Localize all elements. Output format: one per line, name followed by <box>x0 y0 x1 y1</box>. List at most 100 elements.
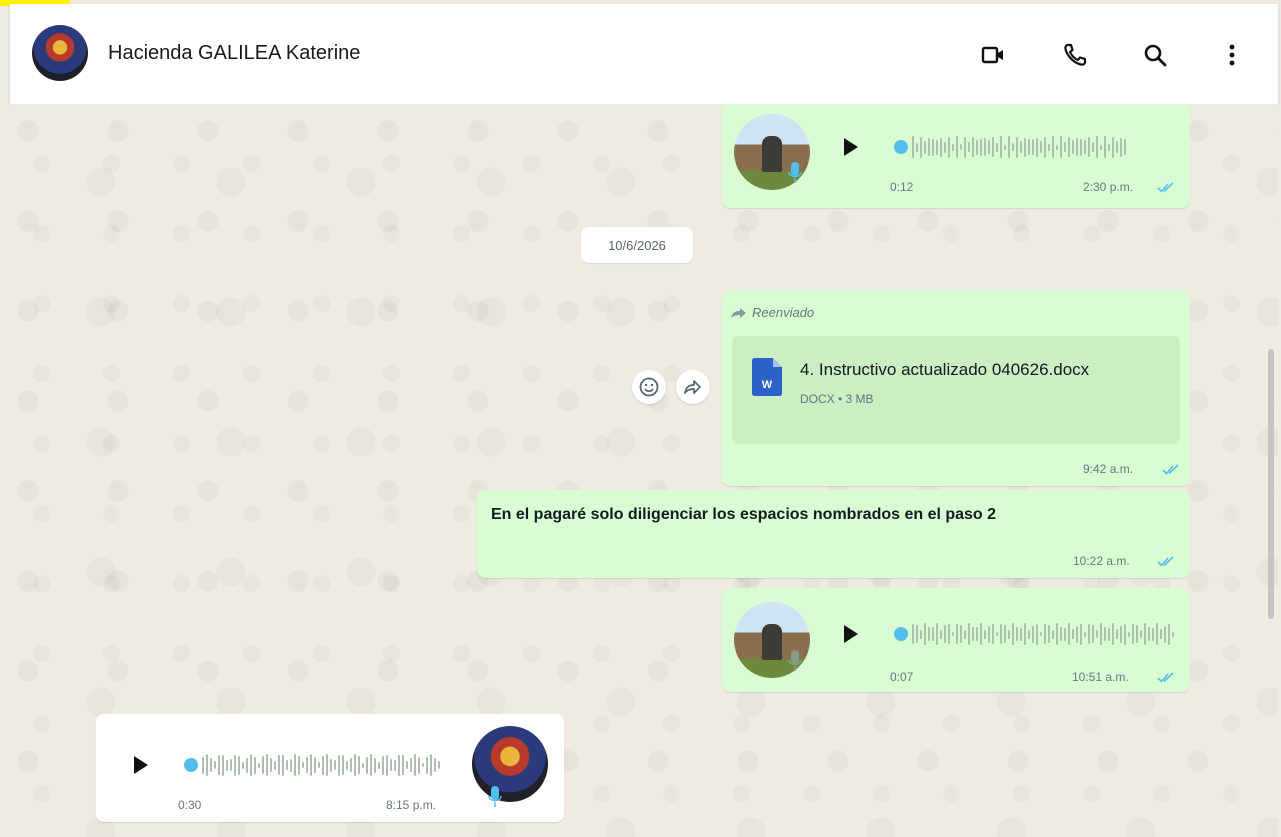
voice-duration: 0:30 <box>178 798 202 812</box>
waveform[interactable] <box>894 621 1174 647</box>
voice-message-outgoing[interactable]: 0:12 2:30 p.m. <box>722 104 1190 208</box>
waveform-bar <box>992 624 994 644</box>
waveform-bar <box>226 759 228 771</box>
contact-avatar[interactable] <box>32 25 88 81</box>
document-card[interactable]: W 4. Instructivo actualizado 040626.docx… <box>732 336 1180 444</box>
waveform-bar <box>390 759 392 771</box>
waveform-bar <box>426 756 428 774</box>
waveform-bar <box>1076 625 1078 643</box>
waveform-bar <box>1112 623 1114 645</box>
waveform-bar <box>250 754 252 776</box>
waveform-bar <box>932 138 934 156</box>
waveform-bar <box>940 137 942 157</box>
waveform[interactable] <box>894 134 1126 160</box>
waveform-bar <box>1040 632 1042 636</box>
waveform-bar <box>1092 142 1094 152</box>
waveform-bar <box>1056 144 1058 150</box>
waveform-bar <box>222 754 224 776</box>
waveform-bar <box>1092 625 1094 643</box>
waveform-bar <box>1124 623 1126 645</box>
waveform-bar <box>358 756 360 774</box>
waveform-bar <box>1000 136 1002 158</box>
waveform-bar <box>916 625 918 643</box>
waveform-bar <box>414 754 416 776</box>
microphone-icon <box>488 786 502 807</box>
waveform-bar <box>968 623 970 645</box>
voice-message-outgoing[interactable]: 0:07 10:51 a.m. <box>722 588 1190 692</box>
waveform-bar <box>1020 141 1022 153</box>
waveform-bar <box>370 754 372 776</box>
microphone-icon <box>788 162 802 183</box>
date-separator: 10/6/2026 <box>581 227 693 263</box>
chat-scrollbar[interactable] <box>1268 349 1274 619</box>
playhead-dot[interactable] <box>894 627 908 641</box>
waveform-bar <box>1004 144 1006 150</box>
waveform-bar <box>1084 140 1086 154</box>
waveform-bar <box>402 755 404 775</box>
waveform-bar <box>418 756 420 774</box>
waveform-bar <box>1108 143 1110 151</box>
waveform[interactable] <box>184 752 440 778</box>
message-text: En el pagaré solo diligenciar los espaci… <box>491 506 997 523</box>
waveform-bar <box>382 755 384 775</box>
waveform-bar <box>920 629 922 639</box>
waveform-bar <box>1116 141 1118 153</box>
waveform-bar <box>1024 623 1026 645</box>
waveform-bar <box>234 754 236 776</box>
waveform-bar <box>366 756 368 774</box>
play-icon[interactable] <box>134 756 148 774</box>
waveform-bar <box>1036 623 1038 645</box>
waveform-bar <box>230 759 232 771</box>
voice-call-icon[interactable] <box>1060 40 1090 70</box>
waveform-bar <box>334 760 336 770</box>
message-list[interactable]: 0:12 2:30 p.m. 10/6/2026 Reenviado W 4. … <box>10 104 1278 837</box>
waveform-bar <box>984 629 986 639</box>
waveform-bar <box>1016 136 1018 158</box>
waveform-bar <box>290 758 292 772</box>
forwarded-text: Reenviado <box>752 305 815 320</box>
waveform-bar <box>258 762 260 768</box>
waveform-bar <box>1136 625 1138 643</box>
forward-button[interactable] <box>676 370 710 404</box>
waveform-bar <box>956 136 958 158</box>
waveform-bar <box>1036 137 1038 157</box>
video-call-icon[interactable] <box>978 40 1008 70</box>
waveform-bar <box>306 757 308 773</box>
waveform-bar <box>1052 629 1054 639</box>
waveform-bar <box>434 758 436 772</box>
waveform-bar <box>326 754 328 776</box>
waveform-bar <box>310 754 312 776</box>
waveform-bar <box>406 761 408 769</box>
contact-name[interactable]: Hacienda GALILEA Katerine <box>108 42 360 65</box>
play-icon[interactable] <box>844 625 858 643</box>
playhead-dot[interactable] <box>894 140 908 154</box>
play-icon[interactable] <box>844 138 858 156</box>
waveform-bar <box>422 763 424 767</box>
menu-icon[interactable] <box>1217 40 1247 70</box>
waveform-bar <box>1056 623 1058 645</box>
text-message-outgoing[interactable]: En el pagaré solo diligenciar los espaci… <box>477 490 1190 578</box>
voice-message-incoming[interactable]: 0:30 8:15 p.m. <box>96 714 564 822</box>
playhead-dot[interactable] <box>184 758 198 772</box>
waveform-bar <box>1068 137 1070 157</box>
react-emoji-button[interactable] <box>632 370 666 404</box>
search-icon[interactable] <box>1140 40 1170 70</box>
document-meta: DOCX • 3 MB <box>800 392 874 406</box>
waveform-bar <box>206 754 208 776</box>
document-name: 4. Instructivo actualizado 040626.docx <box>800 360 1090 379</box>
waveform-bar <box>1016 627 1018 641</box>
waveform-bar <box>980 623 982 645</box>
waveform-bar <box>1044 136 1046 158</box>
waveform-bar <box>262 756 264 774</box>
waveform-bar <box>928 138 930 156</box>
waveform-bar <box>1104 136 1106 158</box>
waveform-bar <box>956 624 958 644</box>
waveform-bar <box>912 624 914 644</box>
waveform-bar <box>952 143 954 151</box>
waveform-bar <box>378 761 380 769</box>
waveform-bar <box>1120 625 1122 643</box>
waveform-bar <box>1080 623 1082 645</box>
waveform-bar <box>1052 136 1054 158</box>
waveform-bar <box>944 625 946 643</box>
waveform-bar <box>1008 629 1010 639</box>
